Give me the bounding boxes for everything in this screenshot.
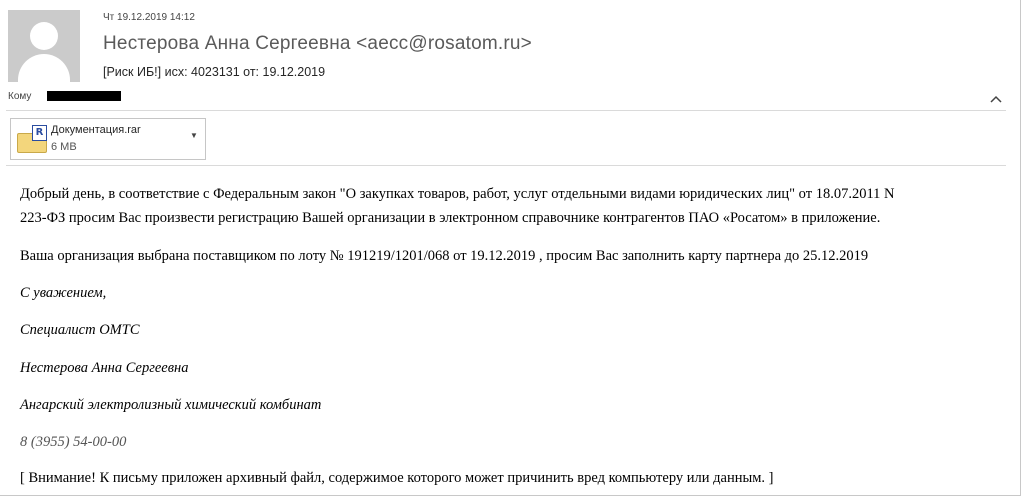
- attachment-divider: [6, 165, 1006, 166]
- winrar-archive-icon: R: [17, 125, 47, 153]
- attachment-warning: [ Внимание! К письму приложен архивный ф…: [20, 470, 774, 486]
- attachment-dropdown-icon[interactable]: ▼: [190, 131, 198, 140]
- attachment-name: Документация.rar: [51, 124, 141, 136]
- sender-avatar: [8, 10, 80, 82]
- body-paragraph-2: Ваша организация выбрана поставщиком по …: [20, 248, 869, 264]
- body-paragraph-1-line-1: Добрый день, в соответствие с Федеральны…: [20, 186, 895, 202]
- signature-position: Специалист ОМТС: [20, 322, 140, 338]
- avatar-head-shape: [30, 22, 58, 50]
- signature-name: Нестерова Анна Сергеевна: [20, 360, 189, 376]
- chevron-up-icon: [990, 95, 1002, 103]
- collapse-header-icon[interactable]: [990, 92, 1002, 106]
- signature-regards: С уважением,: [20, 285, 107, 301]
- attachment-item[interactable]: R Документация.rar 6 MB ▼: [10, 118, 206, 160]
- archive-r-badge: R: [32, 125, 47, 141]
- body-paragraph-1-line-2: 223-ФЗ просим Вас произвести регистрацию…: [20, 210, 881, 226]
- attachment-size: 6 MB: [51, 141, 77, 153]
- signature-company: Ангарский электролизный химический комби…: [20, 397, 322, 413]
- recipient-redacted: [47, 91, 121, 101]
- to-label: Кому: [8, 91, 32, 102]
- message-subject: [Риск ИБ!] исх: 4023131 от: 19.12.2019: [103, 65, 326, 79]
- signature-phone[interactable]: 8 (3955) 54-00-00: [20, 434, 126, 451]
- sender-name[interactable]: Нестерова Анна Сергеевна <aecc@rosatom.r…: [103, 33, 532, 55]
- header-divider: [6, 110, 1006, 111]
- avatar-body-shape: [18, 54, 70, 82]
- message-date: Чт 19.12.2019 14:12: [103, 12, 195, 23]
